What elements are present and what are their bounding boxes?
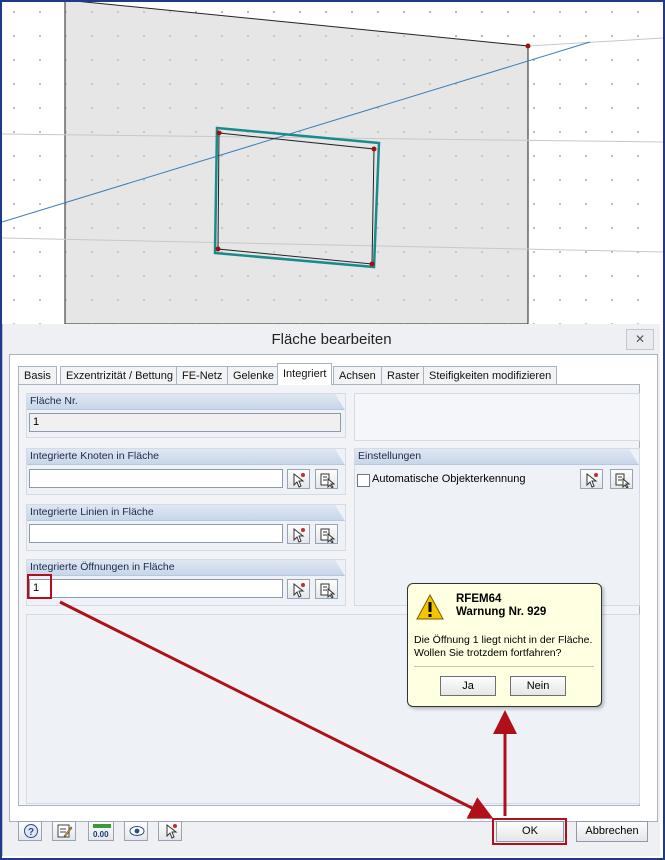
no-button[interactable]: Nein xyxy=(510,676,566,696)
yes-button[interactable]: Ja xyxy=(440,676,496,696)
nodes-header: Integrierte Knoten in Fläche xyxy=(27,449,345,465)
auto-detect-checkbox[interactable] xyxy=(357,474,370,487)
model-graphic xyxy=(2,2,663,324)
openings-pick-button[interactable] xyxy=(287,579,310,599)
tab-raster[interactable]: Raster xyxy=(381,366,426,385)
settings-select-list-button[interactable] xyxy=(610,469,633,489)
node-1 xyxy=(216,130,222,136)
settings-pick-button[interactable] xyxy=(580,469,603,489)
warning-title: Warnung Nr. 929 xyxy=(456,606,547,618)
lines-header: Integrierte Linien in Fläche xyxy=(27,505,345,521)
settings-header: Einstellungen xyxy=(355,449,639,465)
lines-input[interactable] xyxy=(29,524,283,543)
pick-cursor-icon xyxy=(293,582,305,598)
node-3 xyxy=(369,261,375,267)
select-list-icon xyxy=(615,473,630,488)
tab-integriert[interactable]: Integriert xyxy=(277,363,333,385)
select-graphic-button[interactable] xyxy=(158,821,182,841)
openings-select-list-button[interactable] xyxy=(315,579,338,599)
tab-gelenke[interactable]: Gelenke xyxy=(227,366,280,385)
tab-fe-netz[interactable]: FE-Netz xyxy=(176,366,229,385)
warning-message-2: Wollen Sie trotzdem fortfahren? xyxy=(414,647,562,659)
zero-values-text: 0.00 xyxy=(93,830,109,839)
openings-input[interactable]: 1 xyxy=(29,579,283,598)
warning-dialog: RFEM64 Warnung Nr. 929 Die Öffnung 1 lie… xyxy=(407,583,602,707)
pick-graphic-icon xyxy=(166,823,178,839)
select-list-icon xyxy=(320,528,335,543)
pick-cursor-icon xyxy=(293,527,305,543)
nodes-input[interactable] xyxy=(29,469,283,488)
lines-select-list-button[interactable] xyxy=(315,524,338,544)
ok-button-highlight xyxy=(492,818,567,845)
surface-no-field: 1 xyxy=(29,413,341,432)
lines-pick-button[interactable] xyxy=(287,524,310,544)
pick-cursor-icon xyxy=(293,472,305,488)
svg-text:?: ? xyxy=(28,827,34,838)
tab-steifigkeiten[interactable]: Steifigkeiten modifizieren xyxy=(423,366,558,385)
surface-no-header: Fläche Nr. xyxy=(27,394,345,410)
warning-icon xyxy=(416,593,444,620)
node-4 xyxy=(215,246,221,252)
warning-app: RFEM64 xyxy=(456,593,502,605)
model-canvas[interactable] xyxy=(2,2,663,324)
cancel-button[interactable]: Abbrechen xyxy=(576,821,648,842)
edit-button[interactable] xyxy=(52,821,76,841)
view-button[interactable] xyxy=(124,821,148,841)
tab-exzentrizitaet[interactable]: Exzentrizität / Bettung xyxy=(60,366,179,385)
right-top-group xyxy=(354,393,640,441)
eye-icon xyxy=(129,826,145,836)
node-5 xyxy=(525,43,531,49)
tab-achsen[interactable]: Achsen xyxy=(333,366,382,385)
opening-value-highlight xyxy=(27,574,52,599)
auto-detect-label: Automatische Objekterkennung xyxy=(372,473,526,485)
close-button[interactable]: ✕ xyxy=(626,329,654,350)
node-2 xyxy=(371,146,377,152)
help-button[interactable]: ? xyxy=(18,821,42,841)
nodes-select-list-button[interactable] xyxy=(315,469,338,489)
select-list-icon xyxy=(320,473,335,488)
warning-message-1: Die Öffnung 1 liegt nicht in der Fläche. xyxy=(414,634,593,646)
pick-cursor-icon xyxy=(586,472,598,488)
edit-note-icon xyxy=(57,824,73,838)
dialog-title: Fläche bearbeiten xyxy=(271,331,392,348)
tab-basis[interactable]: Basis xyxy=(18,366,57,385)
help-icon: ? xyxy=(24,824,38,838)
zero-values-button[interactable]: 0.00 xyxy=(88,821,114,841)
openings-header: Integrierte Öffnungen in Fläche xyxy=(27,560,345,576)
select-list-icon xyxy=(320,583,335,598)
warning-divider xyxy=(414,666,594,667)
zero-values-icon: 0.00 xyxy=(93,824,111,839)
nodes-pick-button[interactable] xyxy=(287,469,310,489)
